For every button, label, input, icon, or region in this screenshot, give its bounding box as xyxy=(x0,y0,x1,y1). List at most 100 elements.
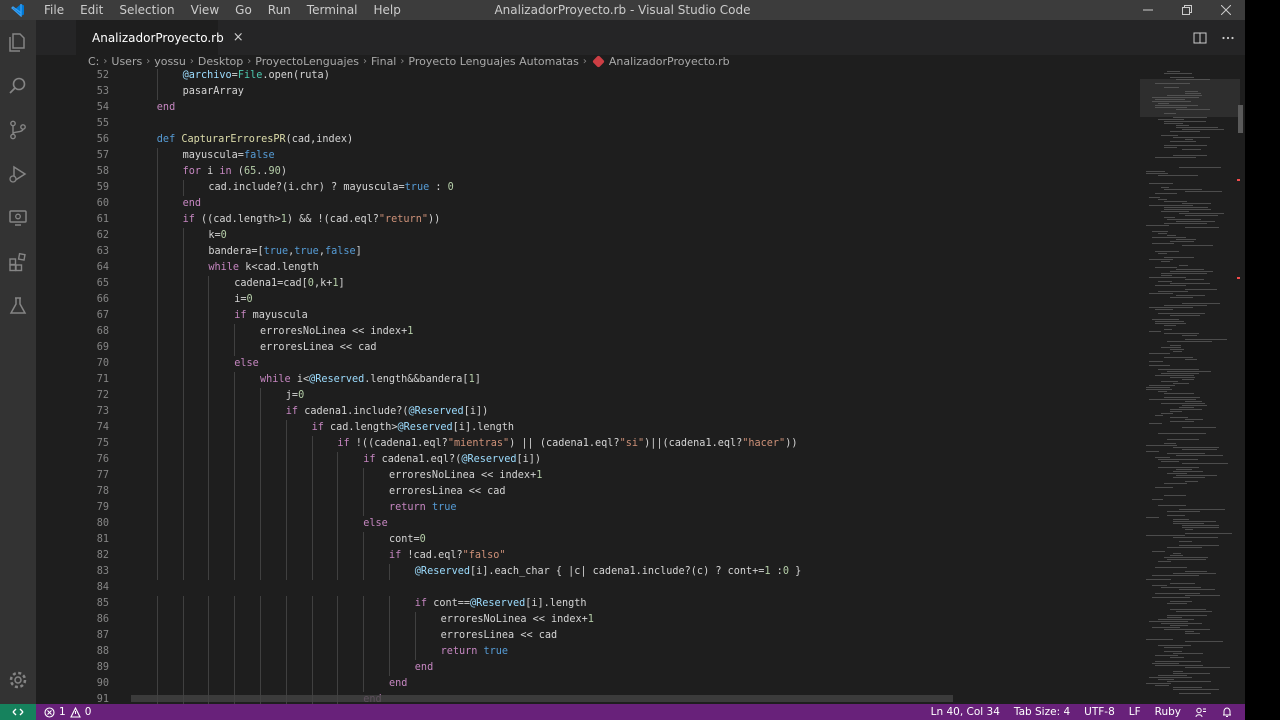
horizontal-scrollbar[interactable] xyxy=(131,695,953,702)
indent-guide xyxy=(260,420,261,436)
split-editor-icon[interactable] xyxy=(1193,31,1207,45)
minimize-button[interactable] xyxy=(1128,0,1167,20)
minimap[interactable] xyxy=(1140,69,1240,699)
code-line[interactable]: 70 else xyxy=(36,356,1136,372)
code-line[interactable]: 60 end xyxy=(36,196,1136,212)
code-line[interactable]: 52 @archivo=File.open(ruta) xyxy=(36,69,1136,84)
code-line[interactable]: 80 else xyxy=(36,516,1136,532)
testing-icon[interactable] xyxy=(0,284,36,328)
code-line[interactable]: 76 if cadena1.eql?(@Reserved[i]) xyxy=(36,452,1136,468)
menu-view[interactable]: View xyxy=(183,0,227,20)
code-line[interactable]: 83 @Reserved[i].each_char { |c| cadena1.i… xyxy=(36,564,1136,580)
extensions-icon[interactable] xyxy=(0,240,36,284)
breadcrumb-item[interactable]: Desktop xyxy=(198,55,243,68)
code-line[interactable]: 89 end xyxy=(36,660,1136,676)
code-line[interactable]: 57 mayuscula=false xyxy=(36,148,1136,164)
breadcrumb-item[interactable]: Users xyxy=(111,55,142,68)
menu-run[interactable]: Run xyxy=(260,0,299,20)
minimap-line xyxy=(1170,601,1192,602)
code-line[interactable]: 55 xyxy=(36,116,1136,132)
minimap-line xyxy=(1158,433,1206,434)
end-of-line[interactable]: LF xyxy=(1129,706,1141,718)
maximize-button[interactable] xyxy=(1167,0,1206,20)
minimap-line xyxy=(1149,183,1174,184)
language-mode[interactable]: Ruby xyxy=(1155,706,1181,718)
code-token: (cad,index) xyxy=(285,134,354,145)
source-control-icon[interactable] xyxy=(0,108,36,152)
code-line[interactable]: 63 bandera=[true,true,false] xyxy=(36,244,1136,260)
code-line[interactable]: 61 if ((cad.length>1) && !(cad.eql?"retur… xyxy=(36,212,1136,228)
code-line[interactable]: 86 erroresNoLinea << index+1 xyxy=(36,612,1136,628)
code-line[interactable]: 88 return true xyxy=(36,644,1136,660)
code-line[interactable]: 65 cadena1=cad[0,k+1] xyxy=(36,276,1136,292)
close-window-button[interactable] xyxy=(1206,0,1245,20)
code-line[interactable]: 78 erroresLinea << cad xyxy=(36,484,1136,500)
code-line[interactable]: 59 cad.include?(i.chr) ? mayuscula=true :… xyxy=(36,180,1136,196)
code-line[interactable]: 64 while k<cad.length xyxy=(36,260,1136,276)
code-line[interactable]: 73 if cadena1.include?(@Reserved[i]) xyxy=(36,404,1136,420)
code-line[interactable]: 54 end xyxy=(36,100,1136,116)
minimap-slider[interactable] xyxy=(1140,79,1240,117)
code-token: @Reserved xyxy=(414,566,470,577)
code-line[interactable]: 71 while i<@Reserved.length&&bandera[1] xyxy=(36,372,1136,388)
code-line[interactable]: 53 pasarArray xyxy=(36,84,1136,100)
run-debug-icon[interactable] xyxy=(0,152,36,196)
indent-guide xyxy=(156,612,158,628)
code-line[interactable]: 56 def CapturarErroresPR(cad,index) xyxy=(36,132,1136,148)
minimap-line xyxy=(1158,675,1187,676)
explorer-icon[interactable] xyxy=(0,20,36,64)
menu-go[interactable]: Go xyxy=(227,0,260,20)
notifications-bell-icon[interactable] xyxy=(1221,706,1233,718)
tab-close-icon[interactable]: × xyxy=(233,31,244,44)
code-line[interactable]: 79 return true xyxy=(36,500,1136,516)
code-line[interactable]: 81 cont=0 xyxy=(36,532,1136,548)
code-line[interactable]: 82 if !cad.eql?"falso" xyxy=(36,548,1136,564)
indent-guide xyxy=(260,596,261,612)
line-number: 57 xyxy=(96,150,109,161)
manage-gear-icon[interactable] xyxy=(0,658,36,702)
code-line[interactable]: 84 xyxy=(36,580,1136,596)
breadcrumb-item[interactable]: Proyecto Lenguajes Automatas xyxy=(408,55,579,68)
encoding[interactable]: UTF-8 xyxy=(1084,706,1115,718)
indent-guide xyxy=(285,612,287,628)
breadcrumb-item[interactable]: AnalizadorProyecto.rb xyxy=(609,55,730,68)
cursor-position[interactable]: Ln 40, Col 34 xyxy=(931,706,1000,718)
code-line[interactable]: 75 if !((cadena1.eql?"mientras") || (cade… xyxy=(36,436,1136,452)
breadcrumb-item[interactable]: C: xyxy=(88,55,99,68)
breadcrumb-item[interactable]: Final xyxy=(371,55,396,68)
code-line[interactable]: 90 end xyxy=(36,676,1136,692)
more-actions-icon[interactable] xyxy=(1221,31,1235,45)
indent-guide xyxy=(234,660,236,676)
menu-edit[interactable]: Edit xyxy=(72,0,111,20)
code-line[interactable]: 69 erroresLinea << cad xyxy=(36,340,1136,356)
menu-help[interactable]: Help xyxy=(366,0,409,20)
code-line[interactable]: 77 erroresNoLinea << index+1 xyxy=(36,468,1136,484)
code-token: in xyxy=(219,166,238,177)
code-line[interactable]: 67 if mayuscula xyxy=(36,308,1136,324)
menu-file[interactable]: File xyxy=(36,0,72,20)
menu-selection[interactable]: Selection xyxy=(111,0,182,20)
feedback-icon[interactable] xyxy=(1195,706,1207,718)
tab-analizador-proyecto[interactable]: AnalizadorProyecto.rb × xyxy=(76,20,244,55)
remote-explorer-icon[interactable] xyxy=(0,196,36,240)
code-line[interactable]: 68 erroresNoLinea << index+1 xyxy=(36,324,1136,340)
tab-size[interactable]: Tab Size: 4 xyxy=(1014,706,1070,718)
code-line[interactable]: 72 j=0 xyxy=(36,388,1136,404)
minimap-line xyxy=(1155,157,1197,158)
code-line[interactable]: 62 k=0 xyxy=(36,228,1136,244)
remote-indicator[interactable] xyxy=(0,704,36,720)
problems-indicator[interactable]: 1 0 xyxy=(44,706,91,718)
code-line[interactable]: 66 i=0 xyxy=(36,292,1136,308)
breadcrumb-item[interactable]: ProyectoLenguajes xyxy=(255,55,359,68)
code-line[interactable]: 74 if cad.length>@Reserved[i].length xyxy=(36,420,1136,436)
code-token: @archivo xyxy=(182,70,232,81)
code-line[interactable]: 87 erroresLinea << cad xyxy=(36,628,1136,644)
menu-terminal[interactable]: Terminal xyxy=(299,0,366,20)
code-token: 0 xyxy=(246,294,253,305)
code-editor[interactable]: 52 @archivo=File.open(ruta) 53 pasarArray 54… xyxy=(36,69,1136,704)
breadcrumb-item[interactable]: yossu xyxy=(154,55,186,68)
search-icon[interactable] xyxy=(0,64,36,108)
code-line[interactable]: 58 for i in (65..90) xyxy=(36,164,1136,180)
code-line[interactable]: 85 if cont==@Reserved[i].length xyxy=(36,596,1136,612)
vertical-scrollbar[interactable] xyxy=(1238,105,1243,133)
